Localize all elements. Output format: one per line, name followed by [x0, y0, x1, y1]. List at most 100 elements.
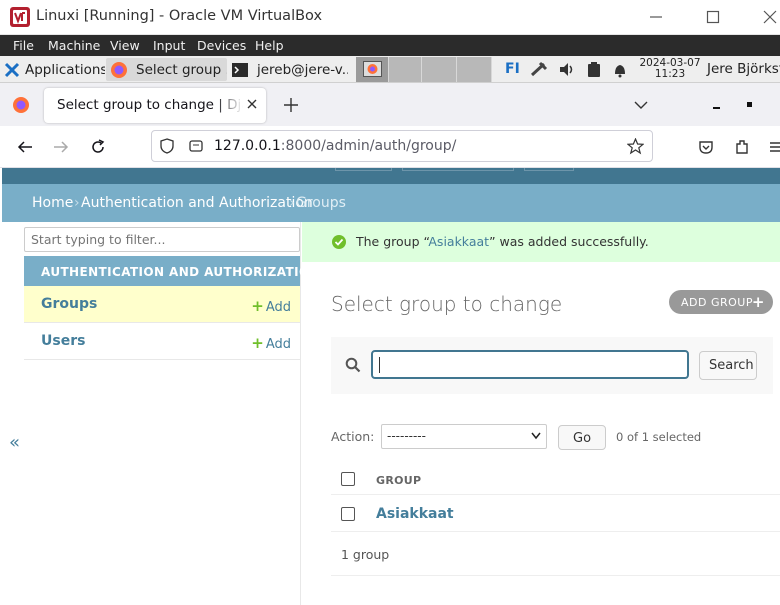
usb-icon[interactable] — [530, 61, 548, 78]
tab-title: Select group to change | Django site adm… — [57, 97, 243, 113]
sidebar-item-users: Users + Add — [24, 323, 300, 360]
back-icon[interactable] — [16, 138, 34, 156]
group-link[interactable]: Asiakkaat — [376, 506, 454, 522]
taskbar-item-firefox[interactable]: Select group ... — [106, 58, 227, 81]
list-tabs-icon[interactable] — [632, 96, 650, 114]
shield-icon[interactable] — [159, 138, 175, 154]
virtualbox-icon — [9, 6, 31, 28]
user-tools-link[interactable] — [402, 168, 514, 171]
taskbar-label: Select group ... — [136, 61, 227, 78]
applications-menu[interactable]: Applications — [3, 58, 105, 81]
firefox-navbar: 127.0.0.1:8000/admin/auth/group/ — [0, 126, 780, 168]
taskbar-item-terminal[interactable]: jereb@jere-v... — [230, 58, 348, 81]
new-tab-icon[interactable] — [281, 95, 301, 115]
sidebar-item-groups: Groups + Add — [24, 286, 300, 323]
menu-file[interactable]: File — [13, 38, 34, 53]
keyboard-layout[interactable]: FI — [505, 61, 520, 77]
app-caption-label: AUTHENTICATION AND AUTHORIZATION — [41, 265, 321, 279]
add-group-link[interactable]: + Add — [251, 297, 291, 315]
menu-input[interactable]: Input — [153, 38, 185, 53]
go-button-label: Go — [573, 431, 592, 446]
firefox-icon — [363, 61, 382, 77]
close-icon[interactable] — [759, 6, 780, 28]
browser-tab[interactable]: Select group to change | Django site adm… — [44, 88, 266, 123]
message-group-link[interactable]: Asiakkaat — [428, 234, 489, 249]
firefox-icon — [12, 96, 30, 114]
selected-counter: 0 of 1 selected — [616, 430, 702, 444]
row-checkbox[interactable] — [341, 507, 355, 521]
menu-machine[interactable]: Machine — [48, 38, 100, 53]
breadcrumb-separator: › — [74, 195, 80, 211]
add-icon: + — [251, 334, 264, 352]
action-label: Action: — [331, 429, 375, 444]
user-tools-link[interactable] — [335, 168, 392, 171]
search-input[interactable] — [371, 350, 689, 379]
forward-icon[interactable] — [52, 138, 70, 156]
reload-icon[interactable] — [89, 138, 107, 156]
guest-panel: Applications Select group ... jereb@jere… — [0, 56, 780, 83]
page-info-icon[interactable] — [188, 138, 204, 154]
breadcrumb-separator: › — [289, 195, 295, 211]
clock-time: 11:23 — [654, 68, 686, 80]
table-row: Asiakkaat — [331, 496, 780, 532]
workspace-1[interactable] — [356, 57, 389, 82]
nav-filter-input[interactable] — [24, 227, 300, 252]
go-button[interactable]: Go — [558, 425, 606, 450]
model-link-groups[interactable]: Groups — [41, 296, 97, 312]
message-after: ” was added successfully. — [489, 234, 649, 249]
pocket-icon[interactable] — [697, 138, 715, 156]
add-group-button[interactable]: ADD GROUP + — [669, 290, 773, 314]
add-label: Add — [265, 337, 291, 352]
clock[interactable]: 2024-03-07 11:23 — [637, 58, 703, 80]
user-menu[interactable]: Jere Björkst — [707, 61, 780, 77]
message-before: The group “ — [356, 234, 429, 249]
user-tools-link[interactable] — [524, 168, 574, 171]
notification-bell-icon[interactable] — [611, 61, 629, 78]
close-tab-icon[interactable] — [244, 96, 260, 112]
battery-icon[interactable] — [585, 61, 603, 78]
select-all-checkbox[interactable] — [341, 472, 355, 486]
breadcrumb-home[interactable]: Home — [32, 195, 73, 211]
column-header-group[interactable]: GROUP — [376, 474, 421, 487]
menu-help[interactable]: Help — [255, 38, 284, 53]
result-count: 1 group — [341, 547, 390, 562]
workspace-4[interactable] — [457, 57, 492, 82]
add-icon: + — [251, 297, 264, 315]
app-caption[interactable]: AUTHENTICATION AND AUTHORIZATION — [24, 256, 320, 286]
firefox-tab-strip: Select group to change | Django site adm… — [0, 83, 780, 126]
model-link-users[interactable]: Users — [41, 333, 85, 349]
toggle-nav-sidebar[interactable]: « — [9, 432, 20, 453]
action-selected-value: --------- — [387, 429, 426, 443]
extensions-icon[interactable] — [733, 138, 751, 156]
minimize-icon[interactable] — [708, 96, 726, 114]
paginator: 1 group — [331, 532, 780, 576]
admin-header — [2, 168, 780, 184]
breadcrumb: Home › Authentication and Authorization … — [2, 184, 780, 222]
minimize-icon[interactable] — [645, 6, 667, 28]
xfce-icon — [3, 61, 21, 79]
applications-label: Applications — [25, 61, 105, 78]
plus-icon: + — [751, 293, 765, 311]
menu-icon[interactable] — [768, 138, 780, 156]
add-label: Add — [265, 300, 291, 315]
bookmark-star-icon[interactable] — [627, 138, 644, 155]
action-select[interactable]: --------- — [381, 424, 547, 449]
vbox-title-bar: Linuxi [Running] - Oracle VM VirtualBox — [0, 0, 780, 35]
menu-view[interactable]: View — [110, 38, 140, 53]
breadcrumb-app[interactable]: Authentication and Authorization — [81, 195, 313, 211]
search-button-label: Search — [709, 358, 754, 373]
workspace-3[interactable] — [422, 57, 457, 82]
maximize-icon[interactable] — [702, 6, 724, 28]
chevron-down-icon — [531, 432, 541, 440]
add-user-link[interactable]: + Add — [251, 334, 291, 352]
success-message: The group “Asiakkaat” was added successf… — [302, 222, 780, 262]
message-text: The group “Asiakkaat” was added successf… — [356, 234, 649, 249]
url-bar[interactable]: 127.0.0.1:8000/admin/auth/group/ — [151, 130, 653, 162]
search-button[interactable]: Search — [699, 351, 757, 380]
workspace-2[interactable] — [389, 57, 422, 82]
maximize-icon[interactable] — [741, 96, 759, 114]
add-group-label: ADD GROUP — [681, 296, 753, 309]
text-cursor — [379, 357, 380, 373]
volume-icon[interactable] — [558, 61, 576, 78]
menu-devices[interactable]: Devices — [197, 38, 246, 53]
